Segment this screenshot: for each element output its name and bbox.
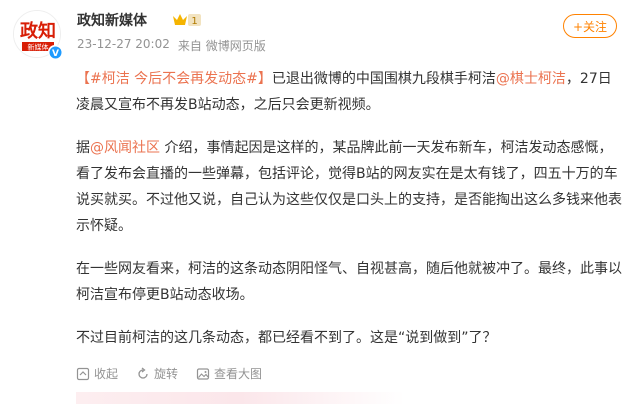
paragraph-text: 据 xyxy=(76,140,90,156)
logo-text-top: 政知 xyxy=(20,20,56,42)
logo-text-bottom: 新媒体 xyxy=(28,43,49,52)
level-badge[interactable]: 1 xyxy=(172,12,202,28)
collapse-button[interactable]: 收起 xyxy=(76,365,118,382)
rotate-icon xyxy=(138,366,148,379)
verified-badge: V xyxy=(48,45,62,59)
rotate-button[interactable]: 旋转 xyxy=(136,365,178,382)
post-source: 来自 微博网页版 xyxy=(177,39,266,53)
collapse-icon xyxy=(76,367,90,380)
post-header: 政知 新媒体 V 政知新媒体 1 23-12-27 20:02 来自 微博网页版… xyxy=(0,0,636,66)
view-large-button[interactable]: 查看大图 xyxy=(196,365,262,382)
author-name[interactable]: 政知新媒体 xyxy=(77,10,147,30)
verified-icon: V xyxy=(49,46,61,59)
bracket-open: 【 xyxy=(76,71,90,87)
level-number: 1 xyxy=(191,16,197,27)
mention-link[interactable]: @风闻社区 xyxy=(90,140,160,156)
svg-text:V: V xyxy=(52,49,59,59)
image-actions: 收起 旋转 查看大图 xyxy=(76,365,262,382)
post-content: 【#柯洁 今后不会再发动态#】已退出微博的中国围棋九段棋手柯洁@棋士柯洁，27日… xyxy=(76,66,624,368)
mention-link[interactable]: @棋士柯洁 xyxy=(496,71,566,87)
post-meta: 23-12-27 20:02 来自 微博网页版 xyxy=(77,37,266,54)
follow-button[interactable]: +关注 xyxy=(563,14,617,38)
post-time[interactable]: 23-12-27 20:02 xyxy=(77,37,170,54)
paragraph-text: 已退出微博的中国围棋九段棋手柯洁 xyxy=(271,71,496,87)
rotate-label: 旋转 xyxy=(154,367,179,381)
view-large-label: 查看大图 xyxy=(214,367,263,381)
paragraph-1: 【#柯洁 今后不会再发动态#】已退出微博的中国围棋九段棋手柯洁@棋士柯洁，27日… xyxy=(76,66,624,118)
paragraph-4: 不过目前柯洁的这几条动态，都已经看不到了。这是“说到做到”了？ xyxy=(76,330,497,346)
hashtag-link[interactable]: #柯洁 今后不会再发动态# xyxy=(90,71,258,87)
paragraph-2: 据@风闻社区 介绍，事情起因是这样的，某品牌此前一天发布新车，柯洁发动态感慨，看… xyxy=(76,135,624,239)
view-image-icon xyxy=(196,367,210,380)
image-preview-edge[interactable] xyxy=(76,392,624,404)
bracket-close: 】 xyxy=(257,71,272,87)
crown-level-icon: 1 xyxy=(173,14,201,27)
paragraph-3: 在一些网友看来，柯洁的这条动态阴阳怪气、自视甚高，随后他就被冲了。最终，此事以柯… xyxy=(76,261,622,303)
collapse-label: 收起 xyxy=(94,367,119,381)
